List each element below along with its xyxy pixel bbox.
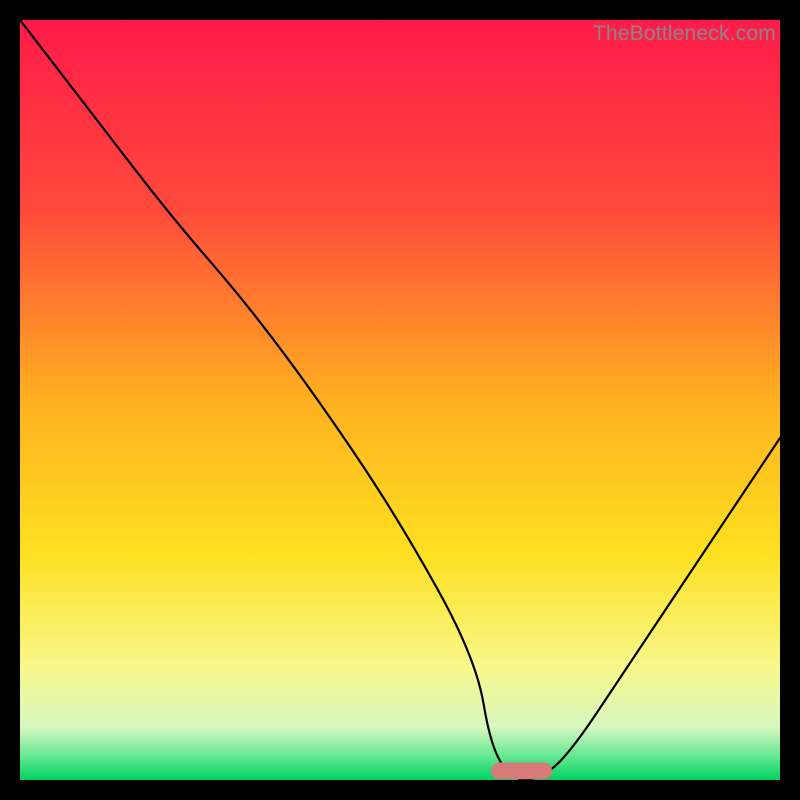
bottleneck-plot bbox=[20, 20, 780, 780]
watermark-text: TheBottleneck.com bbox=[593, 22, 776, 46]
gradient-background bbox=[20, 20, 780, 780]
chart-frame: TheBottleneck.com bbox=[20, 20, 780, 780]
optimum-marker bbox=[491, 763, 552, 780]
